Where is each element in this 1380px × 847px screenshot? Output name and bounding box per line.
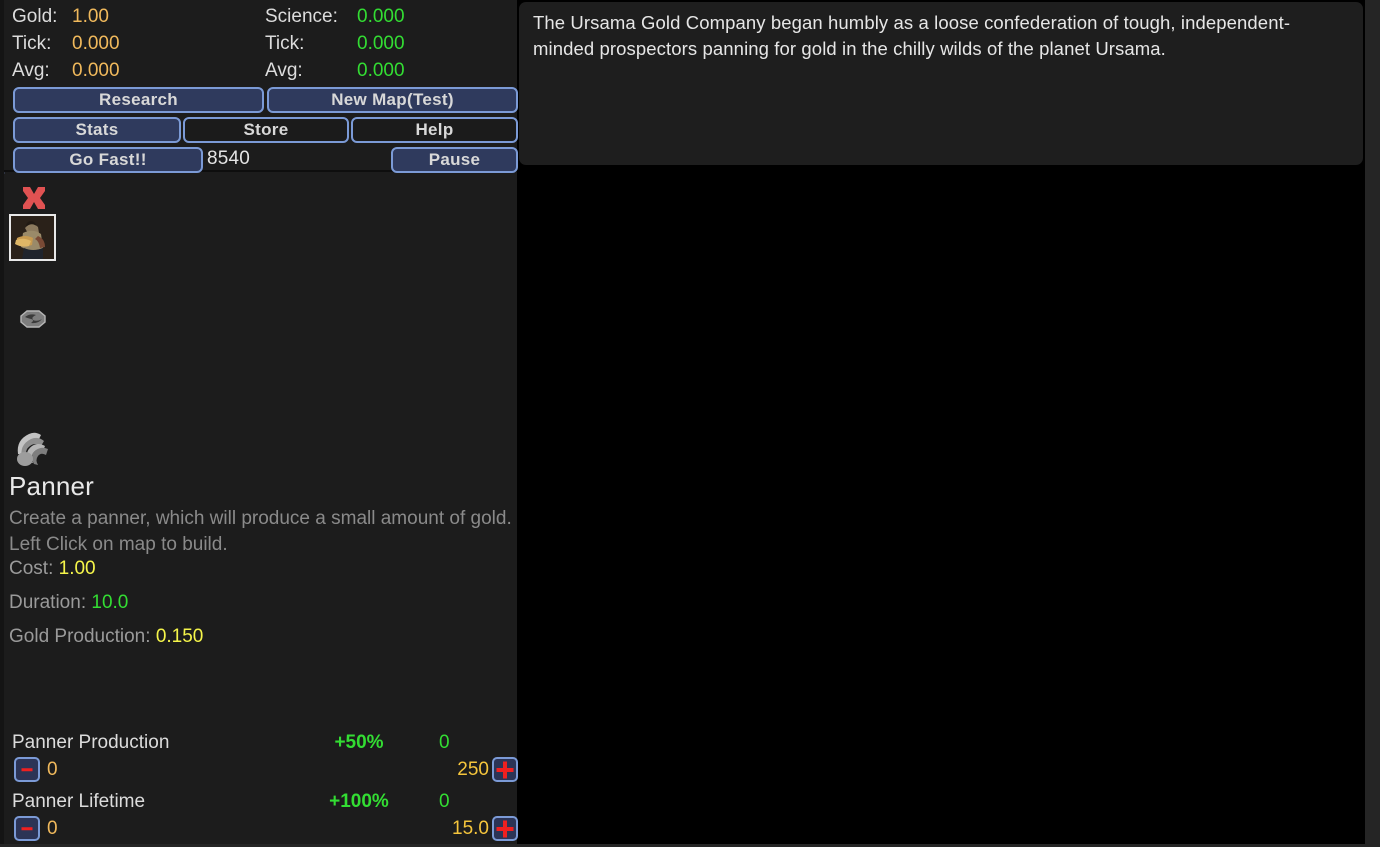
tick-counter: 8540 (207, 148, 251, 169)
research-button[interactable]: Research (13, 87, 264, 113)
plus-icon-vertical (503, 761, 507, 778)
upgrade-level: 0 (47, 759, 58, 780)
upgrade-cost: 250 (457, 759, 489, 780)
resource-row-science-tick: Tick: 0.000 (265, 30, 405, 57)
resource-row-science-avg: Avg: 0.000 (265, 57, 405, 84)
claw-icon[interactable] (12, 426, 56, 468)
help-button[interactable]: Help (351, 117, 518, 143)
upgrade-increment-button[interactable] (492, 816, 518, 841)
cancel-x-icon[interactable] (18, 182, 50, 214)
upgrade-owned: 0 (439, 791, 450, 812)
gold-label: Gold: (12, 6, 58, 27)
panner-unit-icon[interactable] (9, 214, 56, 261)
upgrade-name: Panner Production (12, 732, 170, 753)
new-map-button[interactable]: New Map(Test) (267, 87, 518, 113)
detail-cost-label: Cost: (9, 558, 59, 579)
go-fast-button[interactable]: Go Fast!! (13, 147, 203, 173)
science-avg-value: 0.000 (357, 60, 405, 81)
science-tick-value: 0.000 (357, 33, 405, 54)
gold-pan-icon[interactable] (16, 306, 50, 336)
minus-icon (21, 826, 33, 831)
upgrade-decrement-button[interactable] (14, 757, 40, 782)
detail-title: Panner (9, 471, 95, 501)
upgrade-owned: 0 (439, 732, 450, 753)
resource-hud: Gold: 1.00 Tick: 0.000 Avg: 0.000 Science: 0… (4, 0, 518, 173)
gold-avg-label: Avg: (12, 60, 50, 81)
resource-row-science-total: Science: 0.000 (265, 3, 405, 30)
science-avg-label: Avg: (265, 60, 303, 81)
upgrade-row: Panner Production +50% 0 0 250 (9, 729, 518, 788)
detail-cost-value: 1.00 (58, 558, 96, 579)
resource-row-gold-tick: Tick: 0.000 (12, 30, 120, 57)
upgrade-name: Panner Lifetime (12, 791, 146, 812)
detail-gold-production: Gold Production: 0.150 (9, 626, 203, 648)
story-text: The Ursama Gold Company began humbly as … (533, 12, 1291, 59)
science-value: 0.000 (357, 6, 405, 27)
gold-tick-value: 0.000 (72, 33, 120, 54)
build-panel: Panner Create a panner, which will produ… (4, 174, 518, 847)
resource-grid: Gold: 1.00 Tick: 0.000 Avg: 0.000 Science: 0… (4, 0, 517, 84)
detail-description: Create a panner, which will produce a sm… (9, 508, 512, 555)
upgrade-bonus: +50% (334, 732, 384, 753)
upgrade-list: Panner Production +50% 0 0 250 Panner Li… (9, 729, 518, 847)
detail-gold-label: Gold Production: (9, 626, 156, 647)
game-window: The Ursama Gold Company began humbly as … (0, 0, 1380, 844)
detail-duration-label: Duration: (9, 592, 92, 613)
story-panel: The Ursama Gold Company began humbly as … (519, 2, 1363, 165)
upgrade-row: Panner Lifetime +100% 0 0 15.0 (9, 788, 518, 847)
upgrade-increment-button[interactable] (492, 757, 518, 782)
gold-avg-value: 0.000 (72, 60, 120, 81)
plus-icon-vertical (503, 820, 507, 837)
gold-value: 1.00 (72, 6, 109, 27)
left-sidebar: Gold: 1.00 Tick: 0.000 Avg: 0.000 Science: 0… (0, 0, 518, 847)
stats-button[interactable]: Stats (13, 117, 181, 143)
detail-gold-value: 0.150 (155, 626, 204, 647)
store-button[interactable]: Store (183, 117, 349, 143)
minus-icon (21, 767, 33, 772)
pause-button[interactable]: Pause (391, 147, 518, 173)
science-tick-label: Tick: (265, 33, 305, 54)
detail-duration-value: 10.0 (91, 592, 129, 613)
gold-tick-label: Tick: (12, 33, 52, 54)
detail-duration: Duration: 10.0 (9, 592, 128, 614)
upgrade-cost: 15.0 (452, 818, 489, 839)
detail-cost: Cost: 1.00 (9, 558, 96, 580)
upgrade-decrement-button[interactable] (14, 816, 40, 841)
resource-row-gold-total: Gold: 1.00 (12, 3, 109, 30)
resource-row-gold-avg: Avg: 0.000 (12, 57, 120, 84)
upgrade-bonus: +100% (329, 791, 389, 812)
upgrade-level: 0 (47, 818, 58, 839)
science-label: Science: (265, 6, 338, 27)
